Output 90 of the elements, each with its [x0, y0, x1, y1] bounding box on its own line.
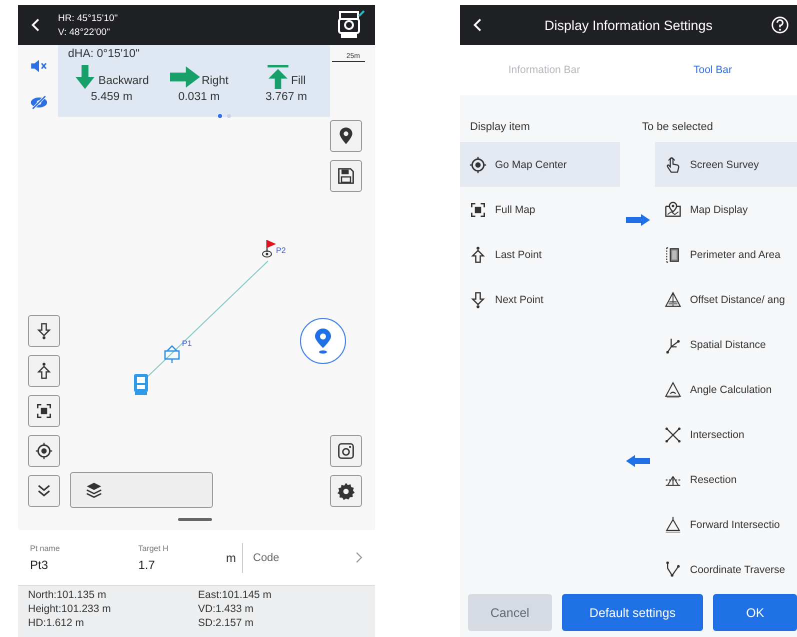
point-label: P1: [182, 339, 192, 348]
last-point-icon: [35, 362, 53, 380]
coordinate-reading: East:101.145 m: [198, 589, 273, 601]
map-center-icon: [35, 442, 53, 460]
point-name-field[interactable]: Pt3: [30, 558, 114, 572]
drag-handle[interactable]: [178, 518, 212, 521]
traverse-icon: [664, 560, 682, 578]
station-point-icon: [164, 345, 180, 365]
full-map-icon: [35, 402, 53, 420]
full-map-button[interactable]: [28, 395, 60, 427]
direction-label: Right: [202, 75, 228, 87]
save-icon: [337, 167, 355, 185]
direction-label: Backward: [98, 75, 149, 87]
action-button[interactable]: OK: [713, 594, 797, 631]
down-arrow-icon: [74, 65, 96, 89]
list-item[interactable]: Next Point: [460, 277, 620, 322]
distance-value: 5.459 m: [90, 91, 132, 103]
list-item[interactable]: Forward Intersectio: [655, 502, 797, 547]
pin-button[interactable]: [330, 120, 362, 152]
screen-title: Display Information Settings: [543, 18, 714, 32]
layers-icon: [85, 481, 103, 499]
total-station-icon[interactable]: [335, 10, 365, 40]
code-field[interactable]: Code: [251, 550, 355, 564]
coordinate-reading: VD:1.433 m: [198, 603, 254, 615]
flag-icon: [262, 238, 278, 258]
triangle-icon: [664, 290, 682, 308]
settings-icon: [337, 482, 355, 500]
list-item[interactable]: Resection: [655, 457, 797, 502]
list-item[interactable]: Last Point: [460, 232, 620, 277]
list-item[interactable]: Screen Survey: [655, 142, 797, 187]
hr-angle: HR: 45°15'10": [58, 12, 119, 24]
coordinate-reading: SD:2.157 m: [198, 617, 254, 629]
triangle-icon: [664, 516, 682, 534]
list-item[interactable]: Go Map Center: [460, 142, 620, 187]
right-arrow-icon[interactable]: [626, 214, 650, 226]
down-arrow-icon: [469, 290, 487, 308]
hidden-eye-icon[interactable]: [30, 95, 48, 110]
location-pin-icon: [313, 328, 333, 354]
list-item[interactable]: Map Display: [655, 187, 797, 232]
list-item[interactable]: Offset Distance/ ang: [655, 277, 797, 322]
full-map-icon: [469, 200, 487, 218]
up-arrow-icon: [469, 246, 487, 264]
tab[interactable]: Tool Bar: [628, 45, 797, 95]
help-icon[interactable]: [771, 16, 789, 34]
collapse-button[interactable]: [28, 475, 60, 507]
last-point-button[interactable]: [28, 355, 60, 387]
hand-pointer-icon: [664, 156, 682, 174]
list-item[interactable]: Perimeter and Area: [655, 232, 797, 277]
map-pin-icon: [664, 200, 682, 218]
camera-icon: [337, 442, 355, 460]
distance-value: 3.767 m: [266, 91, 308, 103]
right-arrow-icon: [170, 65, 200, 89]
action-button[interactable]: Default settings: [562, 594, 704, 631]
list-item[interactable]: Intersection: [655, 412, 797, 457]
distance-icon: [664, 336, 682, 354]
left-arrow-icon[interactable]: [626, 455, 650, 467]
direction-label: Fill: [290, 75, 306, 87]
unit-label: m: [226, 542, 243, 572]
mute-icon[interactable]: [30, 59, 48, 73]
column-heading: To be selected: [642, 121, 713, 133]
cross-icon: [664, 426, 682, 444]
field-label: Target H: [138, 544, 170, 552]
v-angle: V: 48°22'00": [58, 26, 111, 38]
locate-button[interactable]: [300, 318, 346, 364]
target-icon: [469, 156, 487, 174]
list-item[interactable]: Spatial Distance: [655, 322, 797, 367]
distance-value: 0.031 m: [178, 91, 220, 103]
list-item[interactable]: Angle Calculation: [655, 367, 797, 412]
next-point-icon: [35, 322, 53, 340]
save-button[interactable]: [330, 160, 362, 192]
chevron-right-icon[interactable]: [355, 551, 363, 564]
dha-reading: dHA: 0°15'10": [68, 48, 141, 60]
settings-button[interactable]: [330, 475, 362, 507]
instrument-icon: [133, 373, 149, 395]
list-item[interactable]: Full Map: [460, 187, 620, 232]
map-center-button[interactable]: [28, 435, 60, 467]
point-label: P2: [276, 246, 286, 255]
pin-icon: [337, 127, 355, 145]
coordinate-reading: HD:1.612 m: [28, 617, 86, 629]
area-icon: [664, 246, 682, 264]
coordinate-reading: Height:101.233 m: [28, 603, 112, 615]
fill-arrow-icon: [266, 65, 289, 89]
next-point-button[interactable]: [28, 315, 60, 347]
field-label: Pt name: [30, 544, 61, 552]
coordinate-reading: North:101.135 m: [28, 589, 108, 601]
list-item[interactable]: Coordinate Traverse: [655, 547, 797, 592]
column-heading: Display item: [469, 121, 531, 133]
camera-button[interactable]: [330, 435, 362, 467]
triangle-icon: [664, 380, 682, 398]
target-height-field[interactable]: 1.7: [138, 558, 214, 572]
